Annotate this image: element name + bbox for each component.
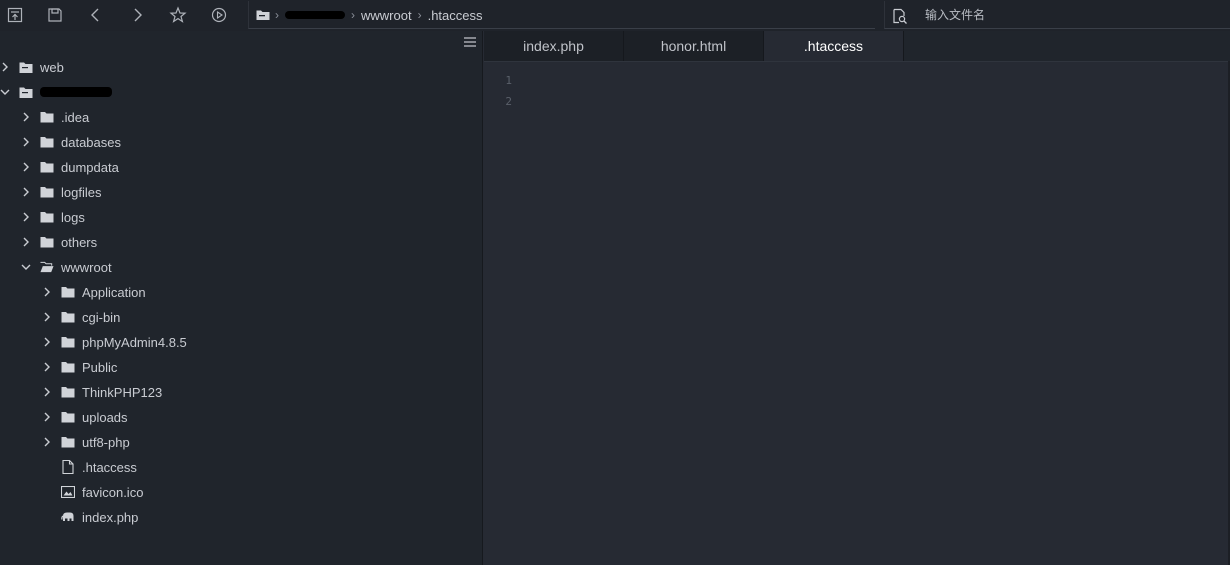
chevron-right-icon: › <box>275 8 279 22</box>
folder-icon <box>61 310 75 324</box>
chevron-right-icon[interactable] <box>42 362 52 372</box>
tab-index-php[interactable]: index.php <box>484 31 624 61</box>
search-box <box>884 1 1230 29</box>
folder-icon <box>256 10 270 20</box>
chevron-right-icon[interactable] <box>21 212 31 222</box>
chevron-right-icon[interactable] <box>21 162 31 172</box>
folder-icon <box>61 385 75 399</box>
code-editor[interactable]: 1 2 <box>484 61 1230 565</box>
folder-icon <box>40 210 54 224</box>
redacted-label <box>40 87 112 97</box>
hamburger-menu-icon[interactable] <box>463 36 477 48</box>
line-number: 2 <box>505 95 512 108</box>
breadcrumb: › › wwwroot › .htaccess <box>275 1 483 29</box>
tree-item-databases[interactable]: databases <box>21 131 121 153</box>
tree-item-application[interactable]: Application <box>42 281 146 303</box>
chevron-right-icon[interactable] <box>42 437 52 447</box>
chevron-right-icon[interactable] <box>42 337 52 347</box>
folder-icon <box>40 160 54 174</box>
tree-item-public[interactable]: Public <box>42 356 117 378</box>
tree-item-idea[interactable]: .idea <box>21 106 89 128</box>
tab-bar: index.php honor.html .htaccess <box>484 31 1230 61</box>
crumb-file[interactable]: .htaccess <box>428 8 483 23</box>
path-bar[interactable]: › › wwwroot › .htaccess <box>248 1 875 29</box>
folder-icon <box>61 335 75 349</box>
line-number: 1 <box>505 74 512 87</box>
folder-icon <box>61 410 75 424</box>
folder-icon <box>61 285 75 299</box>
chevron-right-icon[interactable] <box>21 187 31 197</box>
folder-open-icon <box>40 260 54 274</box>
tree-item-cgi-bin[interactable]: cgi-bin <box>42 306 120 328</box>
crumb-wwwroot[interactable]: wwwroot <box>361 8 412 23</box>
drive-folder-icon <box>19 60 33 74</box>
folder-icon <box>40 135 54 149</box>
chevron-down-icon[interactable] <box>0 87 10 97</box>
chevron-right-icon[interactable] <box>0 62 10 72</box>
file-icon <box>61 460 75 474</box>
save-icon[interactable] <box>45 5 65 25</box>
tree-item-redacted-root[interactable] <box>0 81 112 103</box>
chevron-right-icon[interactable] <box>42 387 52 397</box>
forward-icon[interactable] <box>127 5 147 25</box>
chevron-right-icon: › <box>351 8 355 22</box>
toolbar: › › wwwroot › .htaccess <box>0 0 1230 31</box>
tree-item-favicon[interactable]: favicon.ico <box>42 481 143 503</box>
chevron-right-icon[interactable] <box>42 412 52 422</box>
chevron-right-icon[interactable] <box>42 287 52 297</box>
folder-icon <box>61 435 75 449</box>
line-number-gutter: 1 2 <box>484 70 512 112</box>
play-icon[interactable] <box>209 5 229 25</box>
tree-item-htaccess[interactable]: .htaccess <box>42 456 137 478</box>
tab-honor-html[interactable]: honor.html <box>624 31 764 61</box>
chevron-right-icon[interactable] <box>21 112 31 122</box>
chevron-right-icon[interactable] <box>42 312 52 322</box>
folder-icon <box>61 360 75 374</box>
star-icon[interactable] <box>168 5 188 25</box>
tree-item-web[interactable]: web <box>0 56 64 78</box>
tree-item-index-php[interactable]: index.php <box>42 506 138 528</box>
folder-icon <box>40 110 54 124</box>
image-file-icon <box>61 485 75 499</box>
folder-icon <box>40 185 54 199</box>
tree-item-phpmyadmin[interactable]: phpMyAdmin4.8.5 <box>42 331 187 353</box>
tree-item-uploads[interactable]: uploads <box>42 406 128 428</box>
chevron-right-icon[interactable] <box>21 237 31 247</box>
redacted-segment <box>285 11 345 19</box>
folder-icon <box>40 235 54 249</box>
tree-item-others[interactable]: others <box>21 231 97 253</box>
tree-item-logs[interactable]: logs <box>21 206 85 228</box>
tree-item-thinkphp[interactable]: ThinkPHP123 <box>42 381 162 403</box>
tab-htaccess[interactable]: .htaccess <box>764 31 904 61</box>
tree-item-utf8-php[interactable]: utf8-php <box>42 431 130 453</box>
chevron-right-icon[interactable] <box>21 137 31 147</box>
back-icon[interactable] <box>86 5 106 25</box>
chevron-right-icon: › <box>417 8 422 22</box>
search-input[interactable] <box>925 5 1215 25</box>
tree-item-dumpdata[interactable]: dumpdata <box>21 156 119 178</box>
tree-item-logfiles[interactable]: logfiles <box>21 181 101 203</box>
search-file-icon[interactable] <box>891 7 909 25</box>
drive-folder-icon <box>19 85 33 99</box>
chevron-down-icon[interactable] <box>21 262 31 272</box>
php-elephant-icon <box>61 510 75 524</box>
save-as-icon[interactable] <box>5 5 25 25</box>
tree-item-wwwroot[interactable]: wwwroot <box>21 256 112 278</box>
